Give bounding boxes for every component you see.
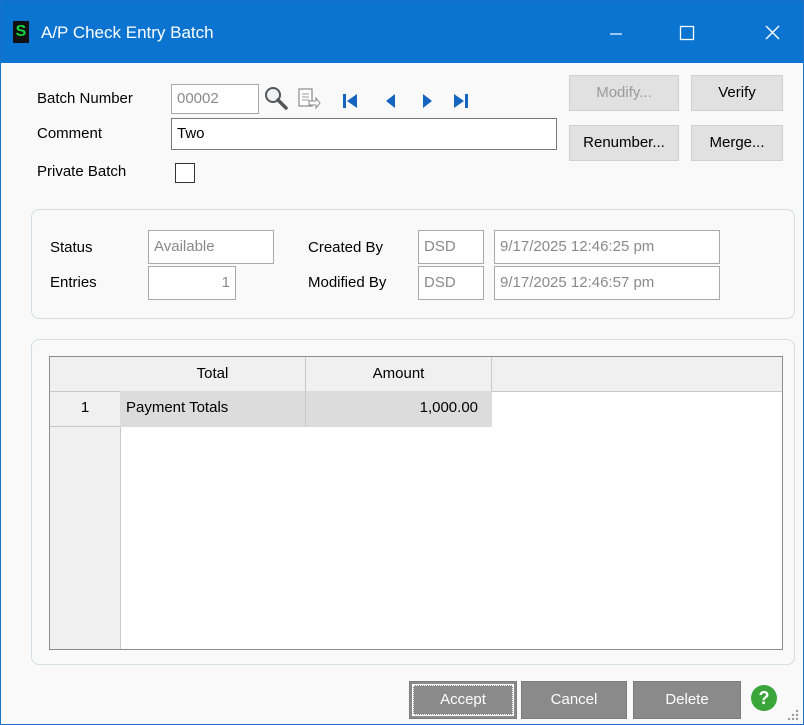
renumber-button[interactable]: Renumber... [569, 125, 679, 161]
merge-button[interactable]: Merge... [691, 125, 783, 161]
close-icon [765, 25, 780, 40]
modified-by-label: Modified By [308, 274, 387, 291]
modified-by-user-field: DSD [418, 266, 484, 300]
first-record-icon[interactable] [341, 92, 361, 110]
entries-label: Entries [50, 274, 97, 291]
status-field: Available [148, 230, 274, 264]
comment-label: Comment [37, 125, 103, 142]
batch-number-field[interactable]: 00002 [171, 84, 259, 114]
renumber-button-label: Renumber... [583, 134, 665, 151]
status-label: Status [50, 239, 93, 256]
cancel-button[interactable]: Cancel [521, 681, 627, 719]
last-record-icon[interactable] [451, 92, 471, 110]
minimize-icon [610, 33, 622, 35]
private-batch-checkbox[interactable] [175, 163, 195, 183]
created-by-datetime-field: 9/17/2025 12:46:25 pm [494, 230, 720, 264]
close-button[interactable] [749, 15, 795, 51]
accept-button-label: Accept [440, 691, 486, 708]
comment-field[interactable]: Two [171, 118, 557, 150]
delete-button-label: Delete [665, 691, 709, 708]
accept-button[interactable]: Accept [409, 681, 517, 719]
modified-by-datetime-field: 9/17/2025 12:46:57 pm [494, 266, 720, 300]
merge-button-label: Merge... [709, 134, 765, 151]
modify-button-label: Modify... [596, 84, 652, 101]
private-batch-label: Private Batch [37, 163, 127, 180]
window-title: A/P Check Entry Batch [41, 23, 214, 42]
resize-grip-icon[interactable] [785, 707, 801, 723]
maximize-button[interactable] [663, 15, 709, 51]
help-icon[interactable]: ? [751, 685, 777, 711]
search-icon[interactable] [263, 85, 289, 113]
verify-button-label: Verify [718, 84, 756, 101]
column-header-total[interactable]: Total [120, 357, 306, 391]
totals-grid: Total Amount 1 Payment Totals 1,000.00 [49, 356, 783, 650]
created-by-label: Created By [308, 239, 384, 256]
maximize-icon [679, 25, 695, 41]
row-number: 1 [50, 391, 120, 427]
next-record-icon[interactable] [419, 92, 435, 110]
batch-number-label: Batch Number [37, 90, 133, 107]
created-by-user-field: DSD [418, 230, 484, 264]
delete-button[interactable]: Delete [633, 681, 741, 719]
entries-field: 1 [148, 266, 236, 300]
column-header-amount[interactable]: Amount [306, 357, 492, 391]
app-icon: S [13, 21, 29, 43]
verify-button[interactable]: Verify [691, 75, 783, 111]
cell-total[interactable]: Payment Totals [120, 391, 306, 427]
status-panel: Status Available Entries 1 Created By DS… [31, 209, 795, 319]
cell-amount[interactable]: 1,000.00 [306, 391, 492, 427]
title-bar: S A/P Check Entry Batch [1, 1, 803, 63]
modify-button[interactable]: Modify... [569, 75, 679, 111]
cancel-button-label: Cancel [550, 691, 598, 708]
previous-record-icon[interactable] [383, 92, 399, 110]
minimize-button[interactable] [593, 15, 639, 51]
batch-list-icon[interactable] [297, 87, 321, 113]
a-p-check-entry-batch-window: S A/P Check Entry Batch Batch Number 000… [0, 0, 804, 725]
